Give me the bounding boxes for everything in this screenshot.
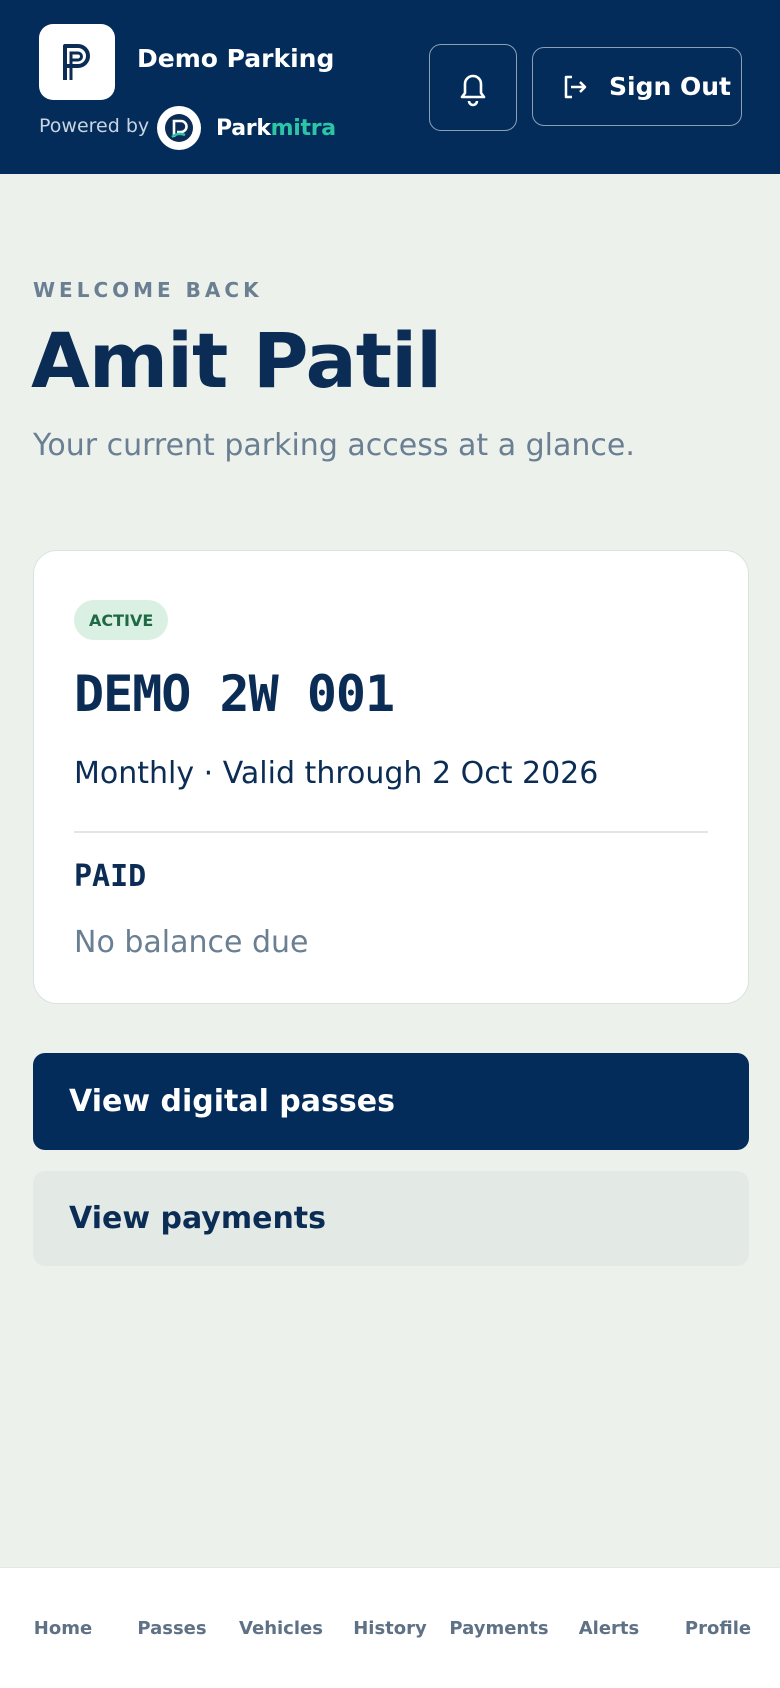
brand-part-1: Park — [216, 116, 271, 141]
vehicle-number: DEMO 2W 001 — [74, 665, 395, 723]
nav-item-passes[interactable]: Passes — [117, 1618, 227, 1639]
nav-item-history[interactable]: History — [335, 1618, 445, 1639]
nav-item-profile[interactable]: Profile — [663, 1618, 773, 1639]
user-name: Amit Patil — [31, 316, 442, 405]
welcome-subtitle: Your current parking access at a glance. — [33, 428, 635, 463]
notifications-button[interactable] — [429, 44, 517, 131]
nav-item-vehicles[interactable]: Vehicles — [226, 1618, 336, 1639]
pass-card[interactable]: ACTIVE DEMO 2W 001 Monthly · Valid throu… — [33, 550, 749, 1004]
welcome-eyebrow: WELCOME BACK — [33, 278, 263, 302]
sign-out-button[interactable]: Sign Out — [532, 47, 742, 126]
view-digital-passes-button[interactable]: View digital passes — [33, 1053, 749, 1150]
parking-logo-icon — [63, 44, 90, 80]
balance-text: No balance due — [74, 925, 309, 960]
brand-part-2: mitra — [270, 116, 336, 141]
card-divider — [74, 831, 708, 833]
parkmitra-logo — [157, 106, 201, 150]
parkmitra-logo-icon — [165, 114, 193, 142]
powered-by-label: Powered by — [39, 115, 150, 137]
page: Demo Parking Powered by Parkmitra Sign O… — [0, 0, 780, 1688]
bottom-nav: Home Passes Vehicles History Payments Al… — [0, 1567, 780, 1688]
status-badge: ACTIVE — [74, 600, 169, 640]
parkmitra-wordmark: Parkmitra — [216, 116, 336, 141]
nav-item-home[interactable]: Home — [8, 1618, 118, 1639]
payment-status: PAID — [74, 859, 147, 894]
nav-item-alerts[interactable]: Alerts — [554, 1618, 664, 1639]
sign-out-icon — [564, 75, 587, 98]
nav-item-payments[interactable]: Payments — [444, 1618, 554, 1639]
app-header: Demo Parking Powered by Parkmitra Sign O… — [0, 0, 780, 174]
pass-validity: Monthly · Valid through 2 Oct 2026 — [74, 756, 599, 791]
sign-out-label: Sign Out — [609, 72, 731, 101]
app-logo[interactable] — [39, 24, 115, 100]
view-payments-button[interactable]: View payments — [33, 1171, 749, 1266]
bell-icon — [460, 74, 486, 106]
app-name: Demo Parking — [137, 44, 335, 73]
